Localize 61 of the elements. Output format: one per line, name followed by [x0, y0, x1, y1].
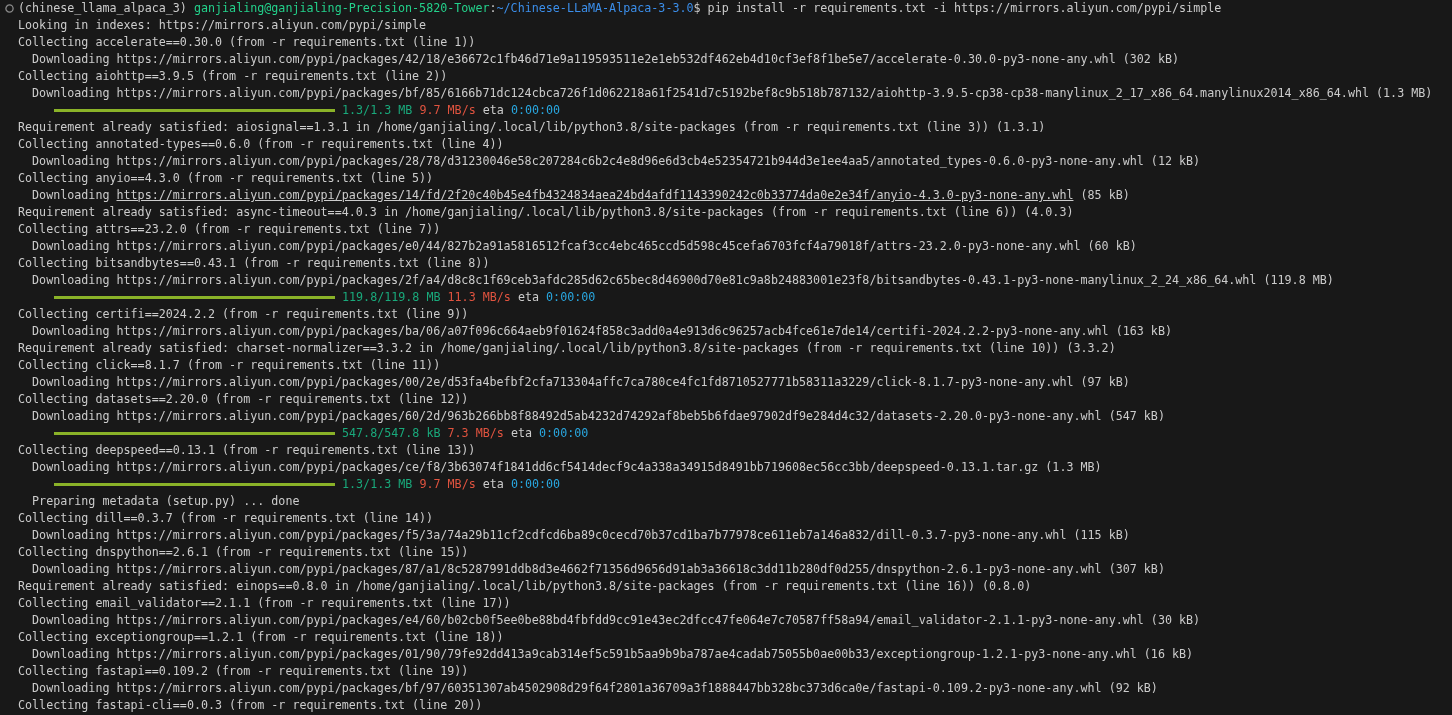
- terminal-line: Collecting deepspeed==0.13.1 (from -r requirements.txt (line 13)): [18, 442, 476, 459]
- terminal-line: Downloading https://mirrors.aliyun.com/pypi/packages/28/78/d31230046e58c207284c6b2c4e8d96e6d3cb4e52354721b944d3e1ee4aa5/annotated_types-0.6.0-py3-none-any.whl (12 kB): [31, 153, 1201, 170]
- terminal-line: Collecting fastapi==0.109.2 (from -r requirements.txt (line 19)): [18, 663, 469, 680]
- terminal-line: Collecting dill==0.3.7 (from -r requirements.txt (line 14)): [18, 510, 434, 527]
- terminal-line: Looking in indexes: https://mirrors.aliyun.com/pypi/simple: [18, 17, 427, 34]
- download-size: 547.8/547.8 kB: [342, 425, 441, 442]
- terminal-line: Downloading https://mirrors.aliyun.com/pypi/packages/60/2d/963b266bb8f88492d5ab4232d74292af8beb5b6fdae97902df9e284d4c32/datasets-2.20.0-py3-none-any.whl (547 kB): [31, 408, 1165, 425]
- terminal-line: Collecting aiohttp==3.9.5 (from -r requirements.txt (line 2)): [18, 68, 448, 85]
- terminal-line: Collecting bitsandbytes==0.43.1 (from -r requirements.txt (line 8)): [18, 255, 490, 272]
- terminal-line: Downloading https://mirrors.aliyun.com/pypi/packages/01/90/79fe92dd413a9cab314ef5c591b5aa9b9ba787ae4cadab75055b0ae00b33/exceptiongroup-1.2.1-py3-none-any.whl (16 kB): [31, 646, 1194, 663]
- terminal-line: Collecting exceptiongroup==1.2.1 (from -r requirements.txt (line 18)): [18, 629, 504, 646]
- download-speed: 9.7 MB/s: [419, 476, 476, 493]
- eta-label: eta: [517, 289, 540, 306]
- eta-time: 0:00:00: [510, 102, 561, 119]
- terminal-line: Collecting accelerate==0.30.0 (from -r requirements.txt (line 1)): [18, 34, 476, 51]
- terminal-line: Collecting attrs==23.2.0 (from -r requirements.txt (line 7)): [18, 221, 441, 238]
- terminal-line: Downloading https://mirrors.aliyun.com/pypi/packages/00/2e/d53fa4befbf2cfa713304affc7ca780ce4fc1fd8710527771b58311a3229/click-8.1.7-py3-none-any.whl (97 kB): [31, 374, 1130, 391]
- download-speed: 9.7 MB/s: [419, 102, 476, 119]
- env-name: (chinese_llama_alpaca_3): [18, 0, 187, 17]
- eta-time: 0:00:00: [539, 425, 589, 442]
- eta-label: eta: [510, 425, 532, 442]
- terminal-line: Requirement already satisfied: async-timeout==4.0.3 in /home/ganjialing/.local/lib/python3.8/site-packages (from -r requirements.txt (line 6)) (4.0.3): [18, 204, 1074, 221]
- terminal-line: Downloading https://mirrors.aliyun.com/pypi/packages/2f/a4/d8c8c1f69ceb3afdc285d62c65bec8d46900d70e81c9a8b24883001e23f8/bitsandbytes-0.43.1-py3-none-manylinux_2_24_x86_64.whl (119.8 MB): [31, 272, 1334, 289]
- terminal-line: Downloading https://mirrors.aliyun.com/pypi/packages/e4/60/b02cb0f5ee0be88bd4fbfdd9cc91e43ec2dfcc47fe064e7c70587ff58a94/email_validator-2.1.1-py3-none-any.whl (30 kB): [31, 612, 1201, 629]
- path-separator: :: [489, 0, 497, 17]
- terminal-line: Collecting anyio==4.3.0 (from -r requirements.txt (line 5)): [18, 170, 434, 187]
- terminal-line: Downloading https://mirrors.aliyun.com/pypi/packages/ce/f8/3b63074f1841dd6cf5414decf9c4a338a34915d8491bb719608ec56cc3bb/deepspeed-0.13.1.tar.gz (1.3 MB): [31, 459, 1102, 476]
- terminal-line: Collecting click==8.1.7 (from -r requirements.txt (line 11)): [18, 357, 441, 374]
- working-directory: ~/Chinese-LLaMA-Alpaca-3-3.0: [496, 0, 694, 17]
- terminal-line: Downloading https://mirrors.aliyun.com/pypi/packages/42/18/e36672c1fb46d71e9a119593511e2e1eb532df462eb4d10cf3ef8f1be5e7/accelerate-0.30.0-py3-none-any.whl (302 kB): [31, 51, 1179, 68]
- terminal-line: Requirement already satisfied: einops==0.8.0 in /home/ganjialing/.local/lib/python3.8/site-packages (from -r requirements.txt (line 16)) (0.8.0): [18, 578, 1032, 595]
- terminal-line: Collecting datasets==2.20.0 (from -r requirements.txt (line 12)): [18, 391, 469, 408]
- download-speed: 11.3 MB/s: [447, 289, 511, 306]
- user-host: ganjialing@ganjialing-Precision-5820-Tower: [193, 0, 490, 17]
- terminal-line: Collecting certifi==2024.2.2 (from -r requirements.txt (line 9)): [18, 306, 469, 323]
- download-speed: 7.3 MB/s: [447, 425, 504, 442]
- terminal-line: Preparing metadata (setup.py) ... done: [31, 493, 300, 510]
- eta-label: eta: [482, 476, 504, 493]
- terminal-line: Collecting dnspython==2.6.1 (from -r requirements.txt (line 15)): [18, 544, 469, 561]
- download-link[interactable]: https://mirrors.aliyun.com/pypi/packages/14/fd/2f20c40b45e4fb4324834aea24bd4afdf1143390242c0b33774da0e2e34f/anyio-4.3.0-py3-none-any.whl: [116, 187, 1074, 204]
- file-size: (85 kB): [1080, 187, 1130, 204]
- eta-time: 0:00:00: [546, 289, 596, 306]
- terminal-line: Downloading https://mirrors.aliyun.com/pypi/packages/bf/97/60351307ab4502908d29f64f2801a36709a3f1888447bb328bc373d6ca0e/fastapi-0.109.2-py3-none-any.whl (92 kB): [31, 680, 1158, 697]
- download-size: 119.8/119.8 MB: [342, 289, 441, 306]
- command-text: $ pip install -r requirements.txt -i https://mirrors.aliyun.com/pypi/simple: [693, 0, 1222, 17]
- prompt-marker-icon: [4, 4, 14, 13]
- download-size: 1.3/1.3 MB: [342, 102, 413, 119]
- terminal-line: Downloading https://mirrors.aliyun.com/pypi/packages/e0/44/827b2a91a5816512fcaf3cc4ebc465ccd5d598c45cefa6703fcf4a79018f/attrs-23.2.0-py3-none-any.whl (60 kB): [31, 238, 1137, 255]
- terminal-line: Requirement already satisfied: charset-normalizer==3.3.2 in /home/ganjialing/.local/lib/python3.8/site-packages (from -r requirements.txt (line 10)) (3.3.2): [18, 340, 1116, 357]
- terminal-line: Downloading https://mirrors.aliyun.com/pypi/packages/f5/3a/74a29b11cf2cdfcd6ba89c0cecd70b37cd1ba7b77978ce611eb7a146a832/dill-0.3.7-py3-none-any.whl (115 kB): [31, 527, 1130, 544]
- download-size: 1.3/1.3 MB: [342, 476, 413, 493]
- terminal-text: Downloading: [31, 187, 110, 204]
- eta-label: eta: [482, 102, 504, 119]
- terminal-line: Collecting annotated-types==0.6.0 (from -r requirements.txt (line 4)): [18, 136, 504, 153]
- eta-time: 0:00:00: [510, 476, 561, 493]
- terminal-line: Requirement already satisfied: aiosignal==1.3.1 in /home/ganjialing/.local/lib/python3.8/site-packages (from -r requirements.txt (line 3)) (1.3.1): [18, 119, 1046, 136]
- terminal-line: Downloading https://mirrors.aliyun.com/pypi/packages/87/a1/8c5287991ddb8d3e4662f71356d9656d91ab3a36618c3dd11b280df0d255/dnspython-2.6.1-py3-none-any.whl (307 kB): [31, 561, 1165, 578]
- terminal-line: Collecting fastapi-cli==0.0.3 (from -r requirements.txt (line 20)): [18, 697, 483, 714]
- terminal-line: Downloading https://mirrors.aliyun.com/pypi/packages/bf/85/6166b71dc124cbca726f1d062218a61f2541d7c5192bef8c9b518b787132/aiohttp-3.9.5-cp38-cp38-manylinux_2_17_x86_64.manylinux2014_x86_64.whl (1.3 MB): [31, 85, 1433, 102]
- terminal-line: Collecting email_validator==2.1.1 (from -r requirements.txt (line 17)): [18, 595, 511, 612]
- terminal-line: Downloading https://mirrors.aliyun.com/pypi/packages/ba/06/a07f096c664aeb9f01624f858c3add0a4e913d6c96257acb4fce61e7de14/certifi-2024.2.2-py3-none-any.whl (163 kB): [31, 323, 1172, 340]
